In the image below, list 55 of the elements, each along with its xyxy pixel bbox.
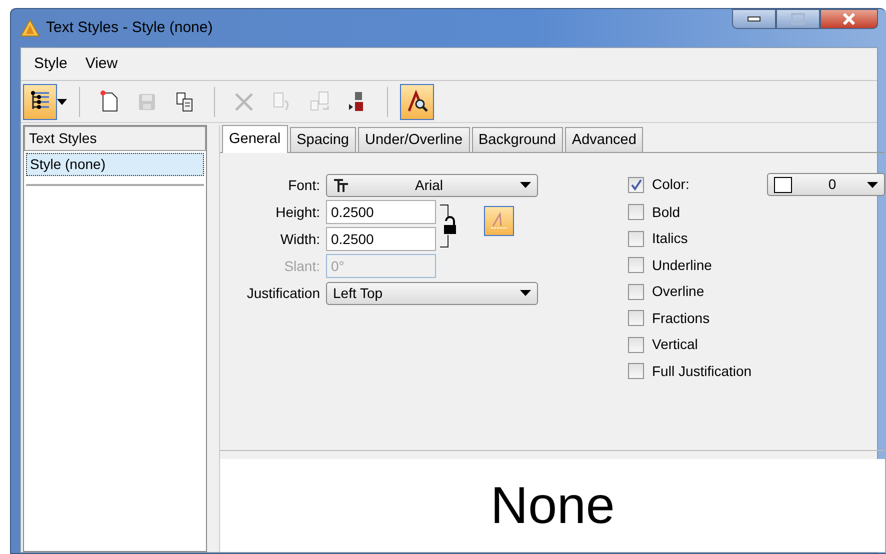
field-label: Slant: xyxy=(283,256,320,276)
tab[interactable]: Background xyxy=(472,127,563,152)
checkbox-label: Vertical xyxy=(652,335,698,354)
checkbox[interactable] xyxy=(628,257,644,273)
menu-item[interactable]: Style xyxy=(27,50,74,78)
checkbox-label: Underline xyxy=(652,256,712,274)
field-label: Justification xyxy=(246,284,320,302)
input-field[interactable]: 0.2500 xyxy=(326,200,436,224)
tab[interactable]: Advanced xyxy=(564,127,644,152)
tab[interactable]: General xyxy=(222,125,288,153)
checkbox-label: Full Justification xyxy=(652,362,752,380)
list-item[interactable]: Style (none) xyxy=(26,153,204,176)
justification-dropdown[interactable]: Left Top xyxy=(326,282,538,304)
window-title: Text Styles - Style (none) xyxy=(46,18,213,38)
checkbox-label: Fractions xyxy=(652,308,710,328)
font-dropdown[interactable]: Arial xyxy=(326,174,538,196)
checkbox[interactable] xyxy=(628,310,644,326)
menu-item[interactable]: View xyxy=(78,50,125,78)
field-label: Width: xyxy=(279,230,320,248)
tree-button[interactable] xyxy=(23,84,57,120)
maximize-icon xyxy=(791,13,805,25)
checkbox-label: Italics xyxy=(652,229,688,248)
maximize-button[interactable] xyxy=(776,9,820,29)
font-preview-icon xyxy=(405,90,429,114)
caret-icon xyxy=(867,182,878,188)
preview-text: None xyxy=(490,476,615,536)
input-field[interactable]: 0.2500 xyxy=(326,227,436,251)
caret-icon xyxy=(520,290,531,296)
minimize-button[interactable] xyxy=(732,9,776,29)
color-dropdown[interactable]: 0 xyxy=(767,173,886,196)
document-arrow-icon xyxy=(308,90,332,114)
tab[interactable]: Spacing xyxy=(290,127,356,152)
text-height-button[interactable] xyxy=(484,206,514,236)
checkbox[interactable] xyxy=(628,230,644,246)
checkbox[interactable] xyxy=(628,284,644,300)
caret-icon xyxy=(57,99,67,106)
checkbox[interactable] xyxy=(628,176,644,192)
close-button[interactable] xyxy=(820,9,878,29)
tab[interactable]: Under/Overline xyxy=(358,127,470,152)
checkbox[interactable] xyxy=(628,204,644,220)
close-icon xyxy=(842,13,856,25)
checkbox-label: Overline xyxy=(652,282,704,301)
checkbox[interactable] xyxy=(628,363,644,379)
text-height-icon xyxy=(489,211,509,231)
color-swatch xyxy=(774,176,792,192)
minimize-icon xyxy=(747,16,761,22)
column-header: Text Styles xyxy=(24,126,206,151)
checkbox-label: Bold xyxy=(652,202,680,222)
checkbox-label: Color: xyxy=(652,175,690,194)
field-label: Font: xyxy=(287,176,320,194)
checkbox[interactable] xyxy=(628,336,644,352)
app-icon xyxy=(20,19,40,37)
field-label: Height: xyxy=(274,202,320,222)
font-preview-button[interactable] xyxy=(400,84,434,120)
caret-icon xyxy=(520,182,531,188)
